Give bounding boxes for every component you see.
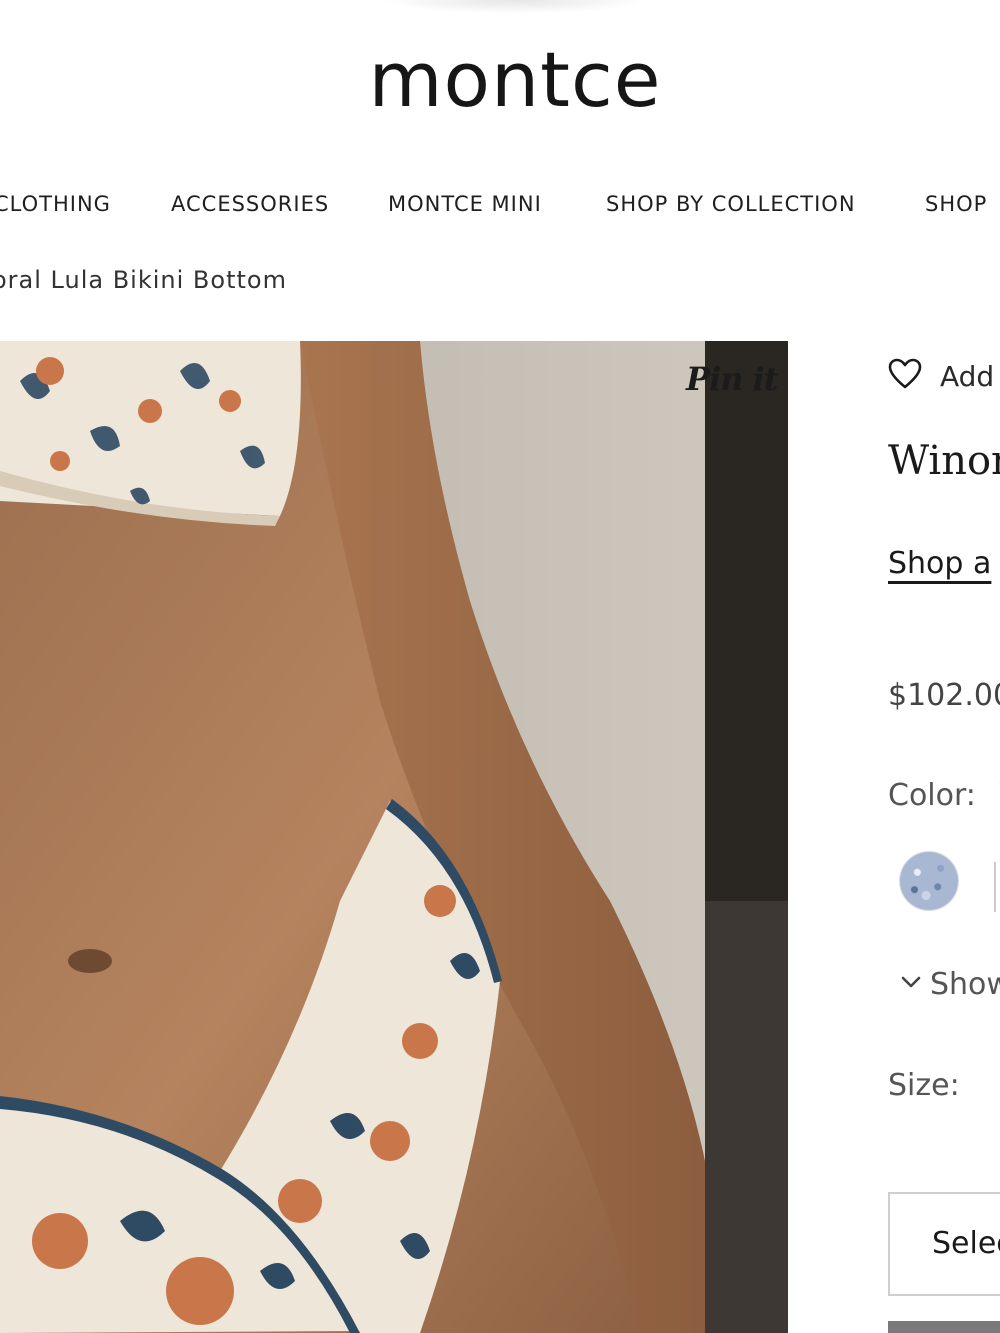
site-logo[interactable]: montce xyxy=(0,30,1000,130)
size-select[interactable]: Selec xyxy=(888,1192,1000,1296)
product-title: Winona xyxy=(888,438,1000,484)
show-more-label: Show xyxy=(930,966,1000,1002)
nav-item-shop-by-collection[interactable]: SHOP BY COLLECTION xyxy=(606,188,856,220)
header-shadow xyxy=(380,0,650,14)
size-label: Size: y xyxy=(888,1068,1000,1103)
wishlist-label: Add xyxy=(940,359,995,393)
nav-item-clothing[interactable]: CLOTHING xyxy=(0,188,111,220)
pin-it-button[interactable]: Pin it xyxy=(686,360,779,398)
breadcrumb-current: oral Lula Bikini Bottom xyxy=(0,266,287,294)
add-to-wishlist[interactable]: Add xyxy=(888,358,994,394)
shop-the-look-link[interactable]: Shop a xyxy=(888,546,991,581)
size-select-label: Selec xyxy=(932,1226,1000,1261)
product-photo xyxy=(0,341,788,1333)
color-swatch[interactable] xyxy=(900,852,958,910)
add-to-bag-button[interactable] xyxy=(888,1321,1000,1333)
nav-item-shop[interactable]: SHOP xyxy=(925,188,987,220)
color-label-text: Color: xyxy=(888,778,976,813)
product-image[interactable] xyxy=(0,341,788,1333)
heart-icon xyxy=(888,358,922,394)
nav-item-accessories[interactable]: ACCESSORIES xyxy=(171,188,329,220)
breadcrumb: oral Lula Bikini Bottom xyxy=(0,264,412,298)
color-swatch-next[interactable] xyxy=(994,862,1000,912)
size-label-text: Size: xyxy=(888,1068,960,1103)
color-label: Color: V xyxy=(888,778,1000,813)
chevron-down-icon xyxy=(900,974,922,994)
nav-item-montce-mini[interactable]: MONTCE MINI xyxy=(388,188,542,220)
show-more-colors[interactable]: Show xyxy=(900,964,1000,1004)
product-price: $102.00 xyxy=(888,678,1000,713)
